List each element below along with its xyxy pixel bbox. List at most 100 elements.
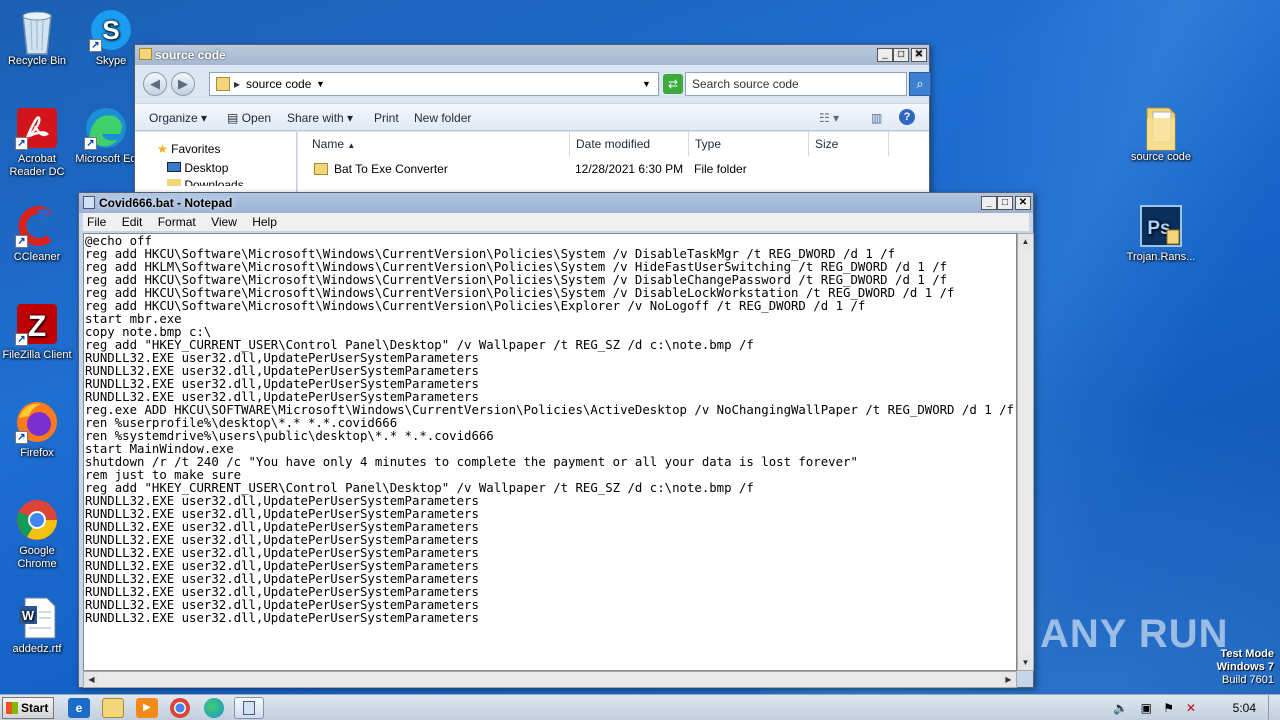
windows-logo-icon bbox=[6, 702, 18, 714]
anyrun-watermark: ANY RUN bbox=[1040, 612, 1229, 656]
ie-icon[interactable]: e bbox=[68, 698, 90, 718]
filezilla-icon: Z ↗ bbox=[15, 302, 59, 346]
row-date: 12/28/2021 6:30 PM bbox=[575, 162, 684, 176]
notepad-window[interactable]: Covid666.bat - Notepad _ □ ✕ File Edit F… bbox=[78, 192, 1034, 688]
desktop-icon-trojan[interactable]: Ps Trojan.Rans... bbox=[1124, 204, 1198, 264]
test-mode-label: Test Mode Windows 7 Build 7601 bbox=[1217, 648, 1274, 687]
menu-help[interactable]: Help bbox=[252, 215, 277, 229]
desktop-icon-label: CCleaner bbox=[13, 251, 61, 263]
volume-icon[interactable]: 🔈 bbox=[1113, 695, 1128, 720]
shortcut-arrow-icon: ↗ bbox=[15, 235, 28, 248]
maximize-button[interactable]: □ bbox=[893, 48, 909, 62]
media-player-icon[interactable]: ▶ bbox=[136, 698, 158, 718]
organize-button[interactable]: Organize ▾ bbox=[149, 111, 207, 125]
start-button[interactable]: Start bbox=[2, 697, 54, 719]
column-header-date[interactable]: Date modified bbox=[570, 132, 689, 156]
nav-favorites[interactable]: ★ Favorites bbox=[157, 142, 220, 156]
share-with-button[interactable]: Share with ▾ bbox=[287, 111, 353, 125]
firefox-icon: ↗ bbox=[15, 400, 59, 444]
maximize-button[interactable]: □ bbox=[997, 196, 1013, 210]
chevron-down-icon[interactable]: ▼ bbox=[316, 73, 325, 95]
minimize-button[interactable]: _ bbox=[877, 48, 893, 62]
print-button[interactable]: Print bbox=[374, 111, 399, 125]
help-icon[interactable]: ? bbox=[899, 109, 915, 125]
chrome-icon[interactable] bbox=[170, 698, 190, 718]
table-row[interactable]: Bat To Exe Converter 12/28/2021 6:30 PM … bbox=[298, 160, 928, 180]
security-alert-icon[interactable]: ✕ bbox=[1186, 695, 1196, 720]
breadcrumb[interactable]: source code bbox=[246, 73, 311, 95]
minimize-button[interactable]: _ bbox=[981, 196, 997, 210]
column-header-type[interactable]: Type bbox=[689, 132, 809, 156]
search-input[interactable]: Search source code bbox=[685, 72, 907, 96]
scroll-down-icon[interactable]: ▼ bbox=[1018, 655, 1033, 670]
photoshop-icon: Ps bbox=[1139, 204, 1183, 248]
menu-edit[interactable]: Edit bbox=[122, 215, 143, 229]
shortcut-arrow-icon: ↗ bbox=[89, 39, 102, 52]
editor-content[interactable]: @echo off reg add HKCU\Software\Microsof… bbox=[84, 234, 1016, 625]
downloads-icon bbox=[167, 179, 181, 186]
open-button[interactable]: ▤ Open bbox=[227, 111, 271, 125]
new-folder-button[interactable]: New folder bbox=[414, 111, 471, 125]
desktop-icon-recycle-bin[interactable]: Recycle Bin bbox=[0, 8, 74, 68]
shortcut-arrow-icon: ↗ bbox=[15, 137, 28, 150]
close-button[interactable]: ✕ bbox=[911, 48, 927, 62]
notepad-icon bbox=[83, 196, 95, 209]
nav-desktop[interactable]: Desktop bbox=[167, 161, 228, 175]
explorer-titlebar[interactable]: source code _ □ ✕ bbox=[135, 45, 929, 65]
edge-icon[interactable] bbox=[204, 698, 224, 718]
ccleaner-icon: ↗ bbox=[15, 204, 59, 248]
desktop-icon-label: Skype bbox=[95, 55, 127, 67]
scroll-up-icon[interactable]: ▲ bbox=[1018, 234, 1033, 249]
forward-button[interactable]: ▶ bbox=[171, 72, 195, 96]
flag-icon[interactable]: ⚑ bbox=[1163, 695, 1174, 720]
explorer-window[interactable]: source code _ □ ✕ ◀ ▶ ▸ source code ▼ ▼ … bbox=[134, 44, 931, 204]
breadcrumb-separator-icon: ▸ bbox=[234, 77, 241, 91]
notepad-taskbar-button[interactable] bbox=[234, 697, 264, 719]
text-editor[interactable]: @echo off reg add HKCU\Software\Microsof… bbox=[83, 233, 1017, 671]
search-icon[interactable]: ⌕ bbox=[909, 72, 931, 96]
notepad-title: Covid666.bat - Notepad bbox=[99, 196, 233, 210]
menu-file[interactable]: File bbox=[87, 215, 106, 229]
network-icon[interactable]: ▣ bbox=[1141, 695, 1152, 720]
shortcut-arrow-icon: ↗ bbox=[84, 137, 97, 150]
skype-icon: S ↗ bbox=[89, 8, 133, 52]
desktop-icon-filezilla[interactable]: Z ↗ FileZilla Client bbox=[0, 302, 74, 362]
view-options-icon[interactable]: ☷ ▾ bbox=[819, 111, 839, 125]
desktop-icon-chrome[interactable]: Google Chrome bbox=[0, 498, 74, 571]
back-button[interactable]: ◀ bbox=[143, 72, 167, 96]
address-bar[interactable]: ▸ source code ▼ ▼ bbox=[209, 72, 659, 96]
vertical-scrollbar[interactable]: ▲ ▼ bbox=[1017, 233, 1034, 671]
desktop-icon-ccleaner[interactable]: ↗ CCleaner bbox=[0, 204, 74, 264]
desktop-icon-source-code[interactable]: source code bbox=[1124, 104, 1198, 164]
desktop-icon-label: Recycle Bin bbox=[7, 55, 67, 67]
test-mode-line: Build 7601 bbox=[1222, 674, 1274, 686]
preview-pane-icon[interactable]: ▥ bbox=[871, 111, 882, 125]
desktop-icon-firefox[interactable]: ↗ Firefox bbox=[0, 400, 74, 460]
chrome-icon bbox=[15, 498, 59, 542]
close-button[interactable]: ✕ bbox=[1015, 196, 1031, 210]
history-dropdown-icon[interactable]: ▼ bbox=[642, 73, 651, 95]
shortcut-arrow-icon: ↗ bbox=[15, 333, 28, 346]
desktop-icon-edge[interactable]: ↗ Microsoft Ed bbox=[74, 106, 138, 166]
folder-icon bbox=[139, 48, 152, 60]
desktop-icon-label: Google Chrome bbox=[17, 545, 57, 570]
scroll-right-icon[interactable]: ▶ bbox=[1001, 672, 1016, 687]
refresh-icon[interactable]: ⇄ bbox=[663, 74, 683, 94]
folder-icon bbox=[216, 77, 230, 91]
scroll-left-icon[interactable]: ◀ bbox=[84, 672, 99, 687]
word-document-icon: W bbox=[15, 596, 59, 640]
show-desktop-button[interactable] bbox=[1268, 695, 1280, 720]
clock[interactable]: 5:04 PM bbox=[1233, 695, 1256, 720]
explorer-icon[interactable] bbox=[102, 698, 124, 718]
menu-format[interactable]: Format bbox=[158, 215, 196, 229]
desktop-icon-addedz[interactable]: W addedz.rtf bbox=[0, 596, 74, 656]
shortcut-arrow-icon: ↗ bbox=[15, 431, 28, 444]
nav-downloads[interactable]: Downloads bbox=[167, 178, 244, 186]
horizontal-scrollbar[interactable]: ◀ ▶ bbox=[83, 671, 1017, 688]
column-header-size[interactable]: Size bbox=[809, 132, 889, 156]
notepad-titlebar[interactable]: Covid666.bat - Notepad _ □ ✕ bbox=[79, 193, 1033, 213]
sort-up-icon: ▲ bbox=[347, 141, 356, 150]
desktop-icon-acrobat[interactable]: ↗ Acrobat Reader DC bbox=[0, 106, 74, 179]
column-header-name[interactable]: Name ▲ bbox=[298, 132, 570, 156]
menu-view[interactable]: View bbox=[211, 215, 237, 229]
